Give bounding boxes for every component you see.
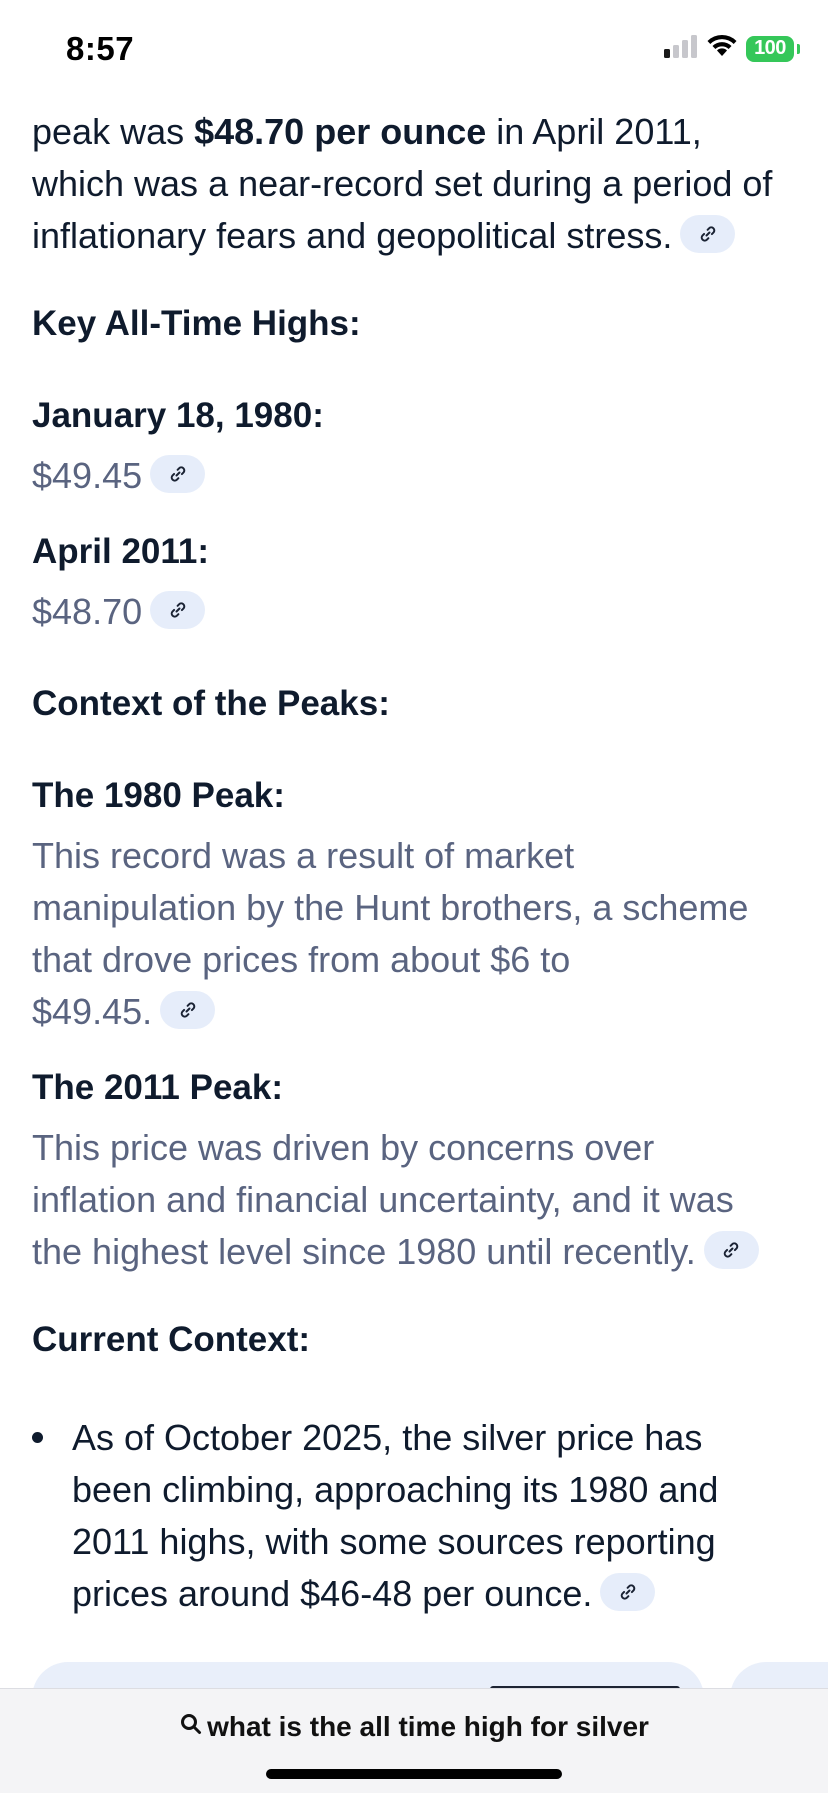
bullet-line: been climbing, approaching its 1980 and xyxy=(72,1469,719,1510)
source-link-chip[interactable] xyxy=(150,591,206,630)
link-icon xyxy=(723,1242,739,1259)
source-link-chip[interactable] xyxy=(680,215,736,254)
link-icon xyxy=(620,1584,636,1601)
bullet-line: As of October 2025, the silver price has xyxy=(72,1417,703,1458)
intro-paragraph: peak was $48.70 per ounce in April 2011,… xyxy=(32,106,802,262)
status-time: 8:57 xyxy=(66,30,135,67)
source-link-chip[interactable] xyxy=(703,1231,759,1270)
peak-2011-line: inflation and financial uncertainty, and… xyxy=(32,1179,734,1220)
high-date-2011: April 2011: xyxy=(32,532,210,571)
peak-2011-title: The 2011 Peak: xyxy=(32,1068,283,1107)
link-icon xyxy=(170,602,185,619)
link-icon xyxy=(700,226,716,243)
peak-2011-line: This price was driven by concerns over xyxy=(32,1127,655,1168)
bottom-search-bar[interactable]: what is the all time high for silver xyxy=(0,1688,828,1793)
peak-1980-paragraph: This record was a result of market manip… xyxy=(32,830,802,1038)
peak-1980-title: The 1980 Peak: xyxy=(32,776,285,815)
peak-2011-line-last: the highest level since 1980 until recen… xyxy=(32,1226,802,1278)
battery-level: 100 xyxy=(754,37,786,59)
source-link-chip[interactable] xyxy=(600,1573,656,1612)
high-date-1980: January 18, 1980: xyxy=(32,396,324,435)
status-bar: 8:57 100 xyxy=(0,0,828,84)
peak-1980-line-last: $49.45. xyxy=(32,986,802,1038)
current-context-heading: Current Context: xyxy=(32,1320,311,1359)
cellular-signal-icon xyxy=(664,34,698,63)
intro-line-2: which was a near-record set during a per… xyxy=(32,163,773,204)
peak-1980-line: manipulation by the Hunt brothers, a sch… xyxy=(32,887,749,928)
high-value-2011-text: $48.70 xyxy=(32,591,143,632)
list-item: As of October 2025, the silver price has… xyxy=(32,1412,802,1620)
peak-1980-line: that drove prices from about $6 to xyxy=(32,939,571,980)
wifi-icon xyxy=(706,34,738,63)
battery-icon: 100 xyxy=(746,35,800,62)
search-query[interactable]: what is the all time high for silver xyxy=(0,1711,828,1743)
search-icon xyxy=(179,1711,203,1743)
link-icon xyxy=(170,466,185,483)
context-heading: Context of the Peaks: xyxy=(32,684,390,723)
battery-nub xyxy=(797,43,800,54)
peak-1980-line-text: $49.45. xyxy=(32,991,153,1032)
link-icon xyxy=(180,1002,195,1019)
home-indicator[interactable] xyxy=(266,1769,562,1779)
source-link-chip[interactable] xyxy=(150,455,206,494)
key-highs-heading: Key All-Time Highs: xyxy=(32,304,361,343)
search-query-text: what is the all time high for silver xyxy=(207,1711,649,1742)
high-value-2011: $48.70 xyxy=(32,586,206,638)
bullet-dot xyxy=(32,1432,43,1443)
high-value-1980-text: $49.45 xyxy=(32,455,143,496)
bullet-line-last: prices around $46-48 per ounce. xyxy=(72,1568,802,1620)
current-context-list: As of October 2025, the silver price has… xyxy=(32,1412,802,1620)
peak-2011-line-text: the highest level since 1980 until recen… xyxy=(32,1231,696,1272)
peak-2011-paragraph: This price was driven by concerns over i… xyxy=(32,1122,802,1278)
status-icons: 100 xyxy=(664,34,800,63)
source-link-chip[interactable] xyxy=(160,991,216,1030)
bullet-line-text: prices around $46-48 per ounce. xyxy=(72,1573,593,1614)
peak-1980-line: This record was a result of market xyxy=(32,835,575,876)
intro-line-3: inflationary fears and geopolitical stre… xyxy=(32,210,802,262)
intro-prefix: peak was xyxy=(32,111,195,152)
high-value-1980: $49.45 xyxy=(32,450,206,502)
intro-suffix: in April 2011, xyxy=(486,111,702,152)
intro-line-3-text: inflationary fears and geopolitical stre… xyxy=(32,215,673,256)
intro-line-1: peak was $48.70 per ounce in April 2011, xyxy=(32,106,802,158)
intro-bold-price: $48.70 per ounce xyxy=(194,111,487,152)
bullet-line: 2011 highs, with some sources reporting xyxy=(72,1521,716,1562)
